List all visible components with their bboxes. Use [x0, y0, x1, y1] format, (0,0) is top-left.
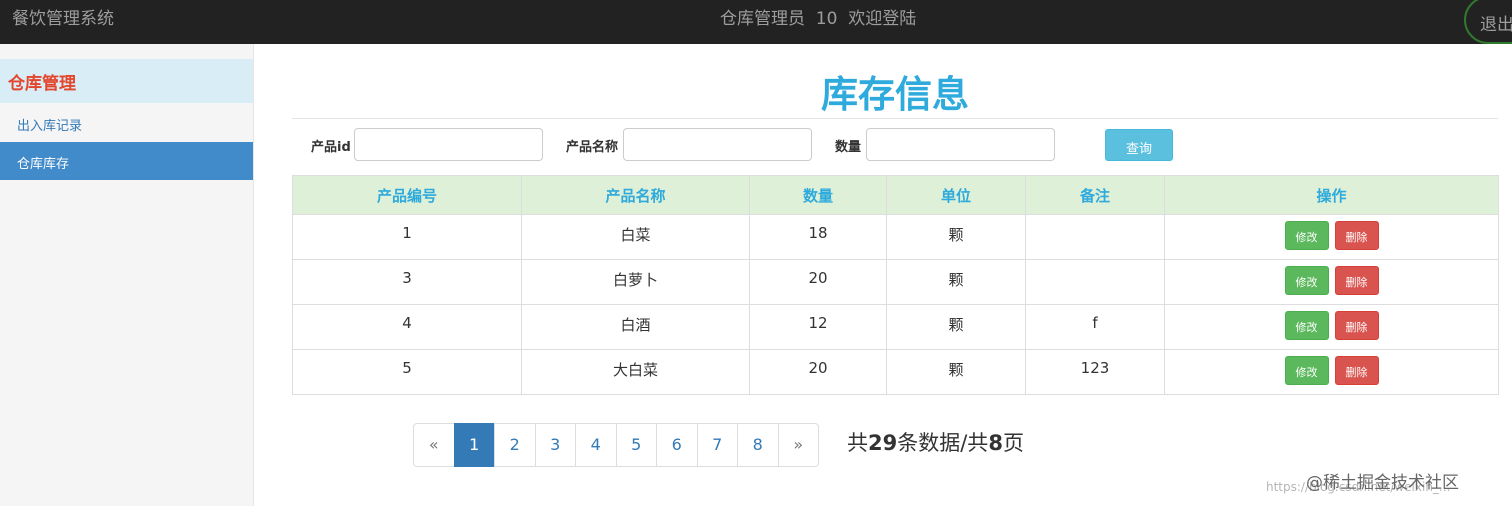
- summary-prefix: 共: [847, 431, 868, 455]
- edit-button[interactable]: 修改: [1284, 356, 1329, 385]
- delete-button[interactable]: 删除: [1334, 266, 1379, 295]
- pagination-next[interactable]: »: [777, 423, 819, 467]
- cell-note: f: [1025, 304, 1165, 350]
- cell-quantity: 20: [749, 259, 887, 305]
- cell-actions: 修改 删除: [1164, 349, 1499, 395]
- product-id-input[interactable]: [354, 128, 543, 161]
- pagination-page[interactable]: 8: [737, 423, 779, 467]
- pagination-page[interactable]: 4: [575, 423, 617, 467]
- quantity-input[interactable]: [866, 128, 1055, 161]
- cell-note: [1025, 214, 1165, 260]
- cell-note: [1025, 259, 1165, 305]
- cell-product-name: 大白菜: [521, 349, 750, 395]
- page-title: 库存信息: [821, 73, 969, 116]
- cell-product-id: 4: [292, 304, 522, 350]
- pagination-page[interactable]: 2: [494, 423, 536, 467]
- cell-note: 123: [1025, 349, 1165, 395]
- pagination-page[interactable]: 6: [656, 423, 698, 467]
- sidebar-item-inout-records[interactable]: 出入库记录: [0, 104, 253, 142]
- cell-product-id: 3: [292, 259, 522, 305]
- table-row: 1 白菜 18 颗 修改 删除: [292, 214, 1499, 260]
- column-header-actions: 操作: [1164, 175, 1499, 215]
- pagination-page[interactable]: 5: [615, 423, 657, 467]
- summary-mid: 条数据/共: [897, 431, 989, 455]
- cell-actions: 修改 删除: [1164, 304, 1499, 350]
- table-header-row: 产品编号 产品名称 数量 单位 备注 操作: [292, 175, 1499, 215]
- column-header-quantity: 数量: [749, 175, 887, 215]
- query-button[interactable]: 查询: [1105, 129, 1173, 161]
- cell-product-name: 白菜: [521, 214, 750, 260]
- delete-button[interactable]: 删除: [1334, 356, 1379, 385]
- cell-product-name: 白酒: [521, 304, 750, 350]
- edit-button[interactable]: 修改: [1284, 221, 1329, 250]
- cell-actions: 修改 删除: [1164, 214, 1499, 260]
- top-navbar: 餐饮管理系统 仓库管理员 10 欢迎登陆 退出: [0, 0, 1512, 44]
- delete-button[interactable]: 删除: [1334, 221, 1379, 250]
- summary-suffix: 页: [1002, 431, 1024, 455]
- table-row: 3 白萝卜 20 颗 修改 删除: [292, 259, 1499, 305]
- cell-unit: 颗: [886, 304, 1026, 350]
- pagination-summary: 共29条数据/共8页: [847, 427, 1024, 457]
- welcome-message: 仓库管理员 10 欢迎登陆: [720, 9, 917, 29]
- pagination-page[interactable]: 1: [453, 423, 495, 467]
- cell-product-name: 白萝卜: [521, 259, 750, 305]
- pagination-page[interactable]: 7: [696, 423, 738, 467]
- pagination-prev[interactable]: «: [413, 423, 455, 467]
- total-pages: 8: [988, 431, 1003, 455]
- product-name-label: 产品名称: [566, 140, 619, 155]
- column-header-unit: 单位: [886, 175, 1026, 215]
- inventory-table: 产品编号 产品名称 数量 单位 备注 操作 1 白菜 18 颗 修改 删除 3 白…: [292, 175, 1499, 395]
- cell-unit: 颗: [886, 214, 1026, 260]
- total-records: 29: [868, 431, 898, 455]
- cell-product-id: 5: [292, 349, 522, 395]
- column-header-note: 备注: [1025, 175, 1165, 215]
- quantity-label: 数量: [835, 140, 862, 155]
- sidebar: 仓库管理 出入库记录 仓库库存: [0, 44, 254, 506]
- title-divider: [292, 118, 1498, 119]
- sidebar-item-warehouse-stock[interactable]: 仓库库存: [0, 142, 253, 180]
- brand-name[interactable]: 餐饮管理系统: [12, 4, 114, 29]
- product-id-label: 产品id: [311, 140, 351, 155]
- cell-quantity: 20: [749, 349, 887, 395]
- cell-quantity: 18: [749, 214, 887, 260]
- delete-button[interactable]: 删除: [1334, 311, 1379, 340]
- table-row: 5 大白菜 20 颗 123 修改 删除: [292, 349, 1499, 395]
- table-row: 4 白酒 12 颗 f 修改 删除: [292, 304, 1499, 350]
- column-header-product-name: 产品名称: [521, 175, 750, 215]
- pagination-page[interactable]: 3: [534, 423, 576, 467]
- cell-actions: 修改 删除: [1164, 259, 1499, 305]
- edit-button[interactable]: 修改: [1284, 311, 1329, 340]
- pagination: « 1 2 3 4 5 6 7 8 »: [413, 423, 819, 467]
- site-watermark: @稀土掘金技术社区: [1306, 473, 1459, 493]
- cell-product-id: 1: [292, 214, 522, 260]
- product-name-input[interactable]: [623, 128, 812, 161]
- cell-quantity: 12: [749, 304, 887, 350]
- edit-button[interactable]: 修改: [1284, 266, 1329, 295]
- column-header-product-id: 产品编号: [292, 175, 522, 215]
- cell-unit: 颗: [886, 349, 1026, 395]
- cell-unit: 颗: [886, 259, 1026, 305]
- logout-button[interactable]: 退出: [1464, 0, 1512, 44]
- sidebar-title: 仓库管理: [0, 59, 253, 103]
